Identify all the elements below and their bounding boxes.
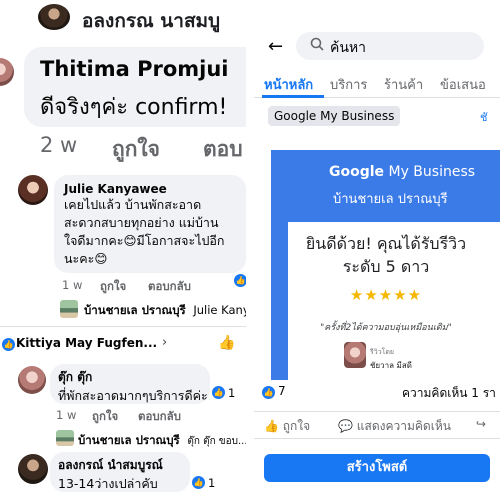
comment-button[interactable]: 💬 แสดงความคิดเห็น — [338, 417, 451, 436]
comment-bubble: ตุ๊ก ตุ๊ก ที่พักสะอาดมากๆบริการดีค่ะ — [50, 364, 210, 404]
comment-text-line: เคยไปแล้ว บ้านพักสะอาด — [64, 197, 202, 212]
page-tabs: หน้าหลัก บริการ ร้านค้า ข้อเสนอ — [254, 68, 500, 98]
reply-button[interactable]: ตอบ — [203, 133, 243, 166]
tab-shop[interactable]: ร้านค้า — [384, 74, 423, 95]
reply-author: บ้านชายเล ปราณบุรี — [84, 303, 186, 317]
reply-preview-text: ตุ๊ก ตุ๊ก ขอบ... — [187, 436, 246, 447]
like-reaction-icon: 👍 — [262, 386, 275, 399]
thumbs-up-icon[interactable]: 👍 — [218, 335, 235, 351]
comment-text: ดีจริงๆค่ะ confirm! — [40, 95, 228, 120]
more-link[interactable]: ชั — [480, 108, 487, 126]
avatar[interactable] — [38, 4, 70, 30]
avatar[interactable] — [0, 58, 14, 86]
comment-text: ที่พักสะอาดมากๆบริการดีค่ะ — [58, 388, 208, 403]
page-reply-preview[interactable]: บ้านชายเล ปราณบุรี ตุ๊ก ตุ๊ก ขอบ... — [78, 432, 246, 450]
like-button[interactable]: ถูกใจ — [100, 278, 126, 296]
search-icon — [310, 37, 324, 51]
comment-meta: 2 w ถูกใจ ตอบ — [40, 133, 243, 161]
thumbs-up-icon: 👍 — [264, 419, 283, 433]
review-headline: ยินดีด้วย! คุณได้รับรีวิว ระดับ 5 ดาว — [288, 232, 484, 278]
comment-author[interactable]: ตุ๊ก ตุ๊ก — [58, 368, 202, 387]
comment-author[interactable]: อลงกรณ นาสมบู — [82, 6, 220, 36]
comment-icon: 💬 — [338, 419, 357, 433]
brand-rest: My Business — [384, 164, 476, 180]
thread-title: Kittiya May Fugfen... — [16, 336, 158, 350]
brand-google: Google — [329, 164, 385, 180]
reply-author: บ้านชายเล ปราณบุรี — [78, 433, 180, 447]
active-tab-indicator — [262, 95, 324, 98]
business-name: บ้านชายเล ปราณบุรี — [333, 192, 448, 207]
page-avatar[interactable] — [56, 430, 74, 446]
card-brand: Google My Business — [329, 164, 475, 180]
create-post-button[interactable]: สร้างโพสต์ — [264, 454, 490, 482]
reaction-count: 1 — [208, 476, 216, 490]
comment-author[interactable]: Julie Kanyawee — [64, 182, 236, 196]
search-placeholder: ค้นหา — [330, 40, 367, 56]
reply-preview-text: Julie Kany — [193, 303, 246, 317]
page-reply-preview[interactable]: บ้านชายเล ปราณบุรี Julie Kany — [84, 302, 246, 320]
comment-count[interactable]: ความคิดเห็น 1 รา — [402, 384, 496, 403]
comment-time: 1 w — [56, 408, 77, 422]
review-panel: ยินดีด้วย! คุณได้รับรีวิว ระดับ 5 ดาว ★★… — [288, 222, 500, 380]
comment-bubble: Thitima Promjui ดีจริงๆค่ะ confirm! — [24, 47, 246, 127]
comments-panel: อลงกรณ นาสมบู Thitima Promjui ดีจริงๆค่ะ… — [0, 0, 246, 500]
headline-line: ยินดีด้วย! คุณได้รับรีวิว — [305, 234, 467, 253]
reviewer-avatar — [344, 342, 366, 368]
reviewer-name: ชัยวาล มีสดี — [370, 361, 412, 370]
comment-author[interactable]: Thitima Promjui — [40, 57, 228, 81]
back-arrow-icon[interactable]: ← — [268, 36, 283, 57]
comment-text-line: นะคะ😊 — [64, 251, 108, 266]
comment-author[interactable]: อลงกรณ์ นำสมบูรณ์ — [58, 456, 182, 475]
reaction-count: 1 — [228, 386, 236, 400]
star-rating: ★★★★★ — [349, 286, 423, 304]
like-button[interactable]: ถูกใจ — [92, 408, 118, 426]
search-input[interactable]: ค้นหา — [296, 32, 484, 60]
post-actions: 👍 ถูกใจ 💬 แสดงความคิดเห็น ↪ — [254, 411, 500, 439]
comment-label: แสดงความคิดเห็น — [356, 419, 451, 433]
like-button[interactable]: ถูกใจ — [112, 133, 160, 166]
tab-services[interactable]: บริการ — [330, 74, 367, 95]
page-avatar[interactable] — [60, 300, 78, 318]
avatar[interactable] — [18, 175, 48, 205]
like-reaction-icon: 👍 — [192, 476, 205, 489]
reply-button[interactable]: ตอบกลับ — [148, 278, 191, 296]
comment-bubble: อลงกรณ์ นำสมบูรณ์ 13-14ว่างเปล่าคับ — [50, 452, 190, 492]
comment-meta: 1 w ถูกใจ ตอบกลับ — [56, 408, 181, 423]
comment-text-line: ใจดีมากคะ😊มีโอกาสจะไปอีก — [64, 233, 225, 248]
comment-text-line: สะดวกสบายทุกอย่าง แม่บ้าน — [64, 215, 219, 230]
comment-time: 2 w — [40, 133, 78, 157]
like-button[interactable]: 👍 ถูกใจ — [264, 417, 310, 436]
headline-line: ระดับ 5 ดาว — [342, 257, 430, 276]
like-reaction-icon: 👍 — [234, 274, 246, 287]
chevron-right-icon[interactable]: › — [162, 335, 167, 350]
comment-meta: 1 w ถูกใจ ตอบกลับ — [62, 278, 191, 293]
post-source-chip[interactable]: Google My Business — [268, 106, 401, 126]
post-stats: 👍 7 ความคิดเห็น 1 รา — [262, 384, 500, 402]
like-count[interactable]: 7 — [278, 384, 286, 398]
comment-time: 1 w — [62, 278, 83, 292]
like-reaction-icon: 👍 — [212, 386, 225, 399]
panel-divider — [246, 0, 254, 500]
like-reaction-icon: 👍 — [2, 338, 15, 351]
reply-button[interactable]: ตอบกลับ — [138, 408, 181, 426]
thread-header[interactable]: 👍 Kittiya May Fugfen... › 👍 — [0, 332, 246, 356]
reviewer-label: รีวิวโดย — [370, 348, 395, 356]
avatar[interactable] — [18, 454, 48, 484]
like-label: ถูกใจ — [282, 419, 311, 433]
comment-text: 13-14ว่างเปล่าคับ — [58, 476, 158, 491]
comment-bubble: Julie Kanyawee เคยไปแล้ว บ้านพักสะอาด สะ… — [54, 175, 246, 273]
avatar[interactable] — [18, 366, 46, 394]
divider — [0, 326, 246, 327]
review-quote: "ครั้งที่2ได้ความอบอุ่นเหมือนเดิม" — [320, 323, 452, 333]
tab-home[interactable]: หน้าหลัก — [264, 74, 313, 95]
share-icon[interactable]: ↪ — [476, 417, 486, 431]
tab-offers[interactable]: ข้อเสนอ — [440, 74, 486, 95]
